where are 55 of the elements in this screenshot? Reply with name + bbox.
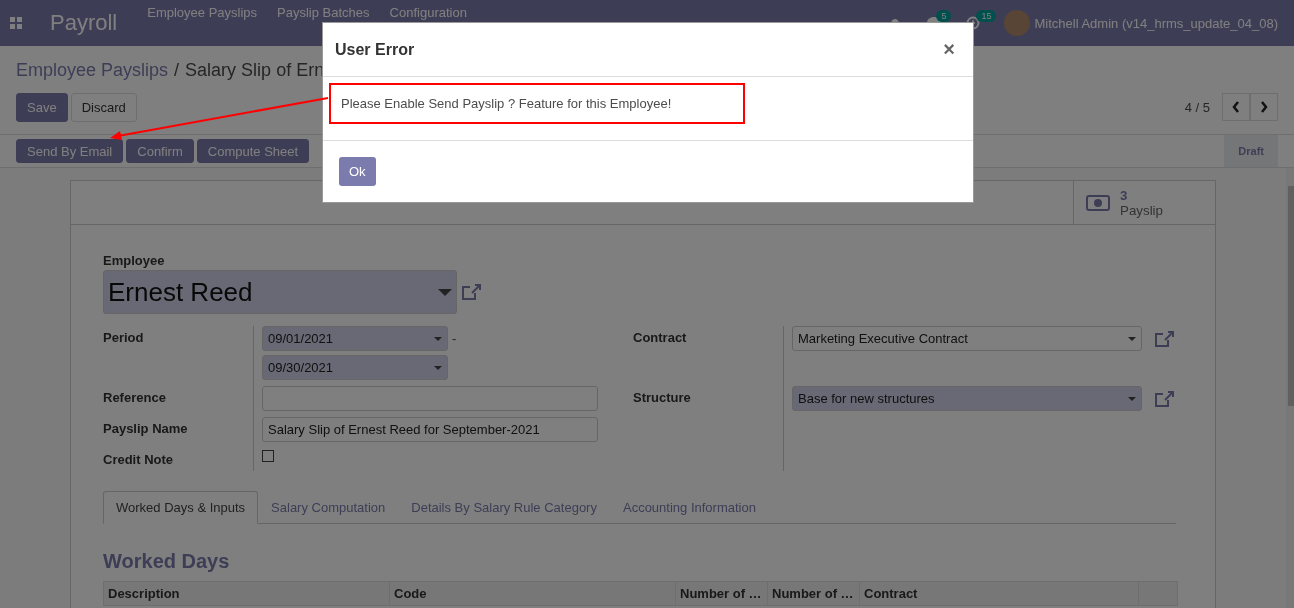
discard-button[interactable]: Discard: [70, 92, 137, 122]
tab[interactable]: Details By Salary Rule Category: [398, 491, 610, 524]
chevron-left-icon: [1232, 101, 1240, 113]
external-link-icon[interactable]: [461, 283, 481, 301]
close-button[interactable]: ×: [937, 37, 961, 62]
action-button[interactable]: Confirm: [126, 139, 194, 163]
date-field[interactable]: 09/01/2021: [262, 326, 448, 351]
field-label: Payslip Name: [103, 420, 189, 438]
field-label: Contract: [633, 329, 688, 347]
tab[interactable]: Accounting Information: [609, 491, 769, 524]
date-separator: -: [452, 331, 457, 346]
field-label: Structure: [633, 389, 692, 407]
column-header[interactable]: Number of …: [768, 582, 860, 605]
column-header[interactable]: Code: [390, 582, 676, 605]
date-field[interactable]: 09/30/2021: [262, 355, 448, 380]
breadcrumb-item[interactable]: Employee Payslips: [16, 59, 169, 81]
app-name[interactable]: Payroll: [40, 10, 118, 36]
next-button[interactable]: [1250, 93, 1278, 121]
tab[interactable]: Worked Days & Inputs: [103, 491, 259, 524]
notification-badge: 15: [976, 10, 997, 22]
field-label: Employee: [103, 253, 166, 268]
employee-field[interactable]: Ernest Reed: [103, 270, 457, 314]
user-name[interactable]: Mitchell Admin (v14_hrms_update_04_08): [1034, 15, 1278, 31]
ok-button[interactable]: Ok: [339, 157, 376, 186]
chevron-right-icon: [1260, 101, 1268, 113]
field-label: Credit Note: [103, 451, 175, 469]
column-header[interactable]: Contract: [860, 582, 1139, 605]
section-title: Worked Days: [103, 550, 231, 573]
save-button[interactable]: Save: [16, 92, 68, 122]
payslip-name-field[interactable]: Salary Slip of Ernest Reed for September-2021: [262, 417, 598, 442]
status-stage[interactable]: Draft: [1224, 135, 1278, 167]
tab[interactable]: Salary Computation: [258, 491, 399, 524]
banknote-icon: [1086, 194, 1110, 211]
apps-menu-icon[interactable]: [10, 17, 22, 29]
action-button[interactable]: Compute Sheet: [196, 139, 310, 163]
breadcrumb-separator: /: [174, 59, 180, 81]
pager-value[interactable]: 4 / 5: [1184, 99, 1210, 115]
dropdown-field[interactable]: Base for new structures: [792, 386, 1142, 411]
field-label: Period: [103, 329, 145, 347]
dialog-title: User Error: [335, 40, 415, 59]
external-link-icon[interactable]: [1154, 389, 1174, 408]
menu-item[interactable]: Payslip Batches: [277, 5, 370, 20]
field-label: Reference: [103, 389, 167, 407]
menu-item[interactable]: Configuration: [389, 5, 467, 20]
menu-item[interactable]: Employee Payslips: [147, 5, 258, 20]
dropdown-field[interactable]: Marketing Executive Contract: [792, 326, 1142, 351]
error-message: Please Enable Send Payslip ? Feature for this Employee!: [329, 83, 745, 124]
notification-badge: 5: [936, 10, 952, 22]
reference-field[interactable]: [262, 386, 598, 411]
column-header[interactable]: Number of …: [676, 582, 768, 605]
column-header[interactable]: Description: [104, 582, 390, 605]
external-link-icon[interactable]: [1154, 329, 1174, 348]
previous-button[interactable]: [1222, 93, 1250, 121]
credit-note-checkbox[interactable]: [262, 450, 274, 462]
action-button[interactable]: Send By Email: [16, 139, 124, 163]
